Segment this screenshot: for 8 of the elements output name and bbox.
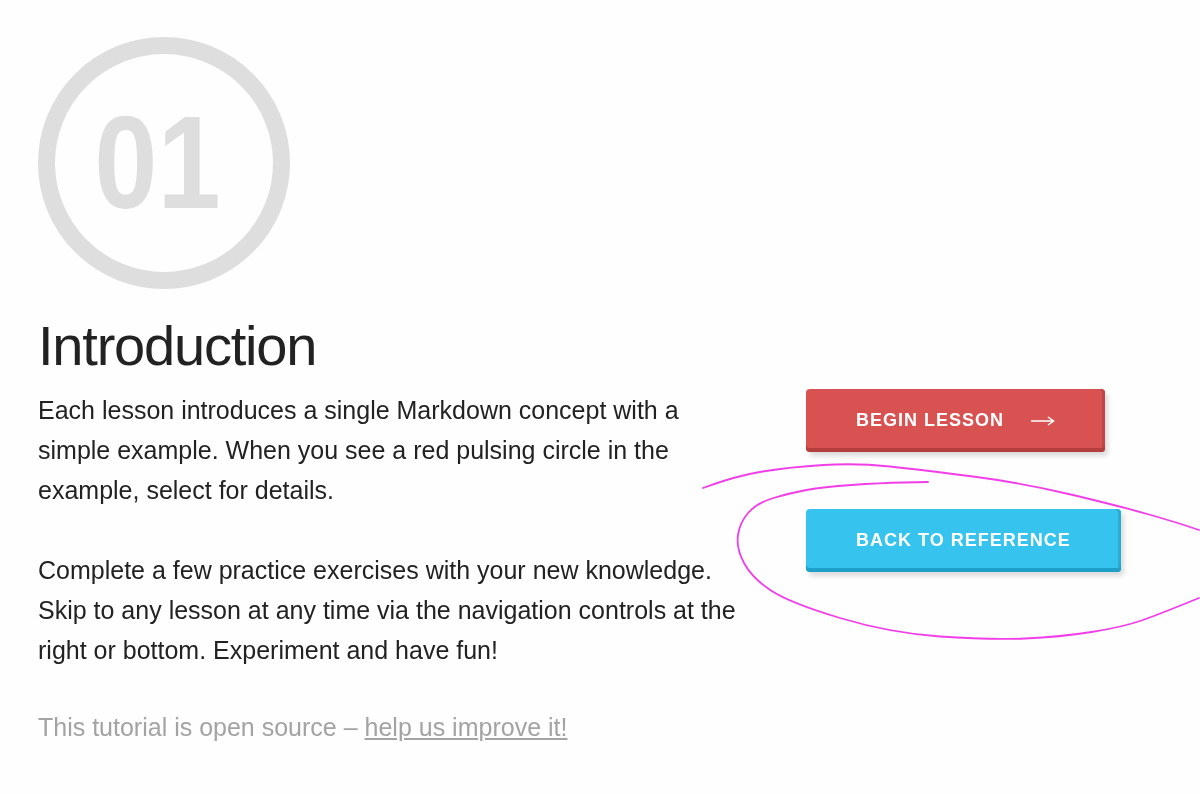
open-source-note: This tutorial is open source – help us improve it! bbox=[38, 712, 569, 743]
improve-link[interactable]: help us improve it! bbox=[364, 713, 568, 741]
arrow-right-icon bbox=[1031, 415, 1056, 426]
back-to-reference-button[interactable]: BACK TO REFERENCE bbox=[806, 509, 1121, 572]
intro-paragraph: Complete a few practice exercises with your new knowledge. Skip to any lesson at any time via the navigation controls at the right or bottom. Experiment and have fun! bbox=[38, 555, 737, 666]
lesson-title: Introduction bbox=[38, 314, 318, 378]
begin-lesson-button[interactable]: BEGIN LESSON bbox=[806, 389, 1106, 452]
intro-paragraph: Each lesson introduces a single Markdown concept with a simple example. When you see a red pulsing circle in the example, select for details. bbox=[38, 395, 680, 506]
